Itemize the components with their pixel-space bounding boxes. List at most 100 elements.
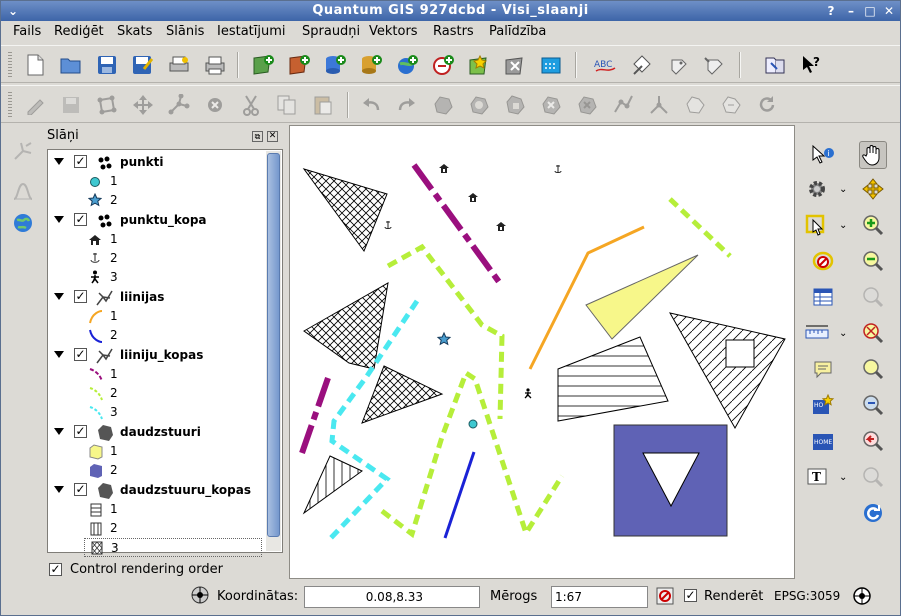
layer-visibility-checkbox[interactable]: ✓ bbox=[74, 483, 87, 496]
new-project-icon[interactable] bbox=[23, 53, 47, 77]
add-ring-icon[interactable] bbox=[467, 93, 491, 117]
whats-this-icon[interactable]: ? bbox=[799, 53, 823, 77]
add-spatialite-layer-icon[interactable] bbox=[359, 53, 383, 77]
help-icon[interactable]: ? bbox=[823, 3, 839, 19]
node-tool-icon[interactable] bbox=[167, 93, 191, 117]
collapse-arrow-icon[interactable] bbox=[54, 486, 64, 493]
layer-group-liinijas[interactable]: ✓ liinijas bbox=[48, 288, 270, 307]
measure-line-icon[interactable] bbox=[803, 319, 831, 347]
print-composer-icon[interactable] bbox=[167, 53, 191, 77]
print-icon[interactable] bbox=[203, 53, 227, 77]
toggle-editing-icon[interactable] bbox=[23, 93, 47, 117]
scrollbar-thumb[interactable] bbox=[267, 153, 280, 537]
layer-visibility-checkbox[interactable]: ✓ bbox=[74, 348, 87, 361]
menu-slanis[interactable]: Slānis bbox=[166, 24, 204, 39]
collapse-arrow-icon[interactable] bbox=[54, 351, 64, 358]
paste-features-icon[interactable] bbox=[311, 93, 335, 117]
zoom-last-icon[interactable] bbox=[859, 391, 887, 419]
coordinate-capture-icon[interactable] bbox=[190, 585, 210, 605]
open-project-icon[interactable] bbox=[59, 53, 83, 77]
menu-iestatijumi[interactable]: Iestatījumi bbox=[217, 24, 286, 39]
labeling-icon[interactable]: ABC bbox=[593, 53, 617, 77]
zoom-out-icon[interactable] bbox=[859, 247, 887, 275]
action-dropdown-icon[interactable]: ⌄ bbox=[839, 184, 847, 195]
layer-group-liiniju-kopas[interactable]: ✓ liiniju_kopas bbox=[48, 346, 270, 365]
scale-field[interactable]: 1:67 bbox=[551, 586, 648, 608]
remove-layer-icon[interactable] bbox=[503, 53, 527, 77]
globe-plugin-icon[interactable] bbox=[11, 211, 35, 235]
digitize-icon[interactable] bbox=[11, 139, 35, 163]
split-features-icon[interactable] bbox=[647, 93, 671, 117]
menu-fails[interactable]: Fails bbox=[13, 24, 41, 39]
projection-icon[interactable] bbox=[852, 586, 872, 606]
redo-icon[interactable] bbox=[395, 93, 419, 117]
coordinates-field[interactable]: 0.08,8.33 bbox=[304, 586, 480, 608]
label-pin-icon[interactable] bbox=[629, 53, 653, 77]
new-vector-layer-icon[interactable] bbox=[467, 53, 491, 77]
zoom-to-layer-icon[interactable] bbox=[859, 319, 887, 347]
menu-skats[interactable]: Skats bbox=[117, 24, 152, 39]
collapse-arrow-icon[interactable] bbox=[54, 216, 64, 223]
cut-features-icon[interactable] bbox=[239, 93, 263, 117]
new-bookmark-layer-icon[interactable] bbox=[539, 53, 563, 77]
control-rendering-checkbox[interactable]: ✓ bbox=[49, 563, 62, 576]
delete-selected-icon[interactable] bbox=[203, 93, 227, 117]
deselect-icon[interactable] bbox=[809, 247, 837, 275]
menu-rastrs[interactable]: Rastrs bbox=[433, 24, 474, 39]
map-canvas[interactable] bbox=[289, 125, 795, 579]
collapse-arrow-icon[interactable] bbox=[54, 293, 64, 300]
layer-group-daudzstuuri[interactable]: ✓ daudzstuuri bbox=[48, 423, 270, 442]
layer-group-punkti[interactable]: ✓ punkti bbox=[48, 153, 270, 172]
select-dropdown-icon[interactable]: ⌄ bbox=[839, 220, 847, 231]
add-wfs-layer-icon[interactable] bbox=[431, 53, 455, 77]
layer-group-daudzstuuru-kopas[interactable]: ✓ daudzstuuru_kopas bbox=[48, 481, 270, 500]
collapse-arrow-icon[interactable] bbox=[54, 158, 64, 165]
legend-item-selected[interactable]: 3 bbox=[84, 538, 262, 557]
add-wms-layer-icon[interactable] bbox=[395, 53, 419, 77]
merge-features-icon[interactable] bbox=[683, 93, 707, 117]
text-annotation-icon[interactable]: T bbox=[803, 463, 831, 491]
menu-rediget[interactable]: Rediģēt bbox=[54, 24, 104, 39]
maximize-icon[interactable]: □ bbox=[862, 3, 878, 19]
histogram-icon[interactable] bbox=[11, 179, 35, 203]
merge-attributes-icon[interactable] bbox=[719, 93, 743, 117]
rotate-point-symbols-icon[interactable] bbox=[755, 93, 779, 117]
zoom-full-icon[interactable] bbox=[859, 355, 887, 383]
add-vector-layer-icon[interactable] bbox=[251, 53, 275, 77]
delete-part-icon[interactable] bbox=[575, 93, 599, 117]
refresh-icon[interactable] bbox=[859, 499, 887, 527]
zoom-next-icon[interactable] bbox=[859, 463, 887, 491]
close-panel-icon[interactable]: ✕ bbox=[267, 131, 278, 142]
layer-visibility-checkbox[interactable]: ✓ bbox=[74, 425, 87, 438]
add-postgis-layer-icon[interactable] bbox=[323, 53, 347, 77]
simplify-feature-icon[interactable] bbox=[431, 93, 455, 117]
layer-group-punktu-kopa[interactable]: ✓ punktu_kopa bbox=[48, 211, 270, 230]
render-checkbox[interactable]: ✓ bbox=[684, 589, 697, 602]
layer-visibility-checkbox[interactable]: ✓ bbox=[74, 213, 87, 226]
copy-features-icon[interactable] bbox=[275, 93, 299, 117]
attribute-table-icon[interactable] bbox=[809, 283, 837, 311]
label-move-icon[interactable] bbox=[665, 53, 689, 77]
save-project-icon[interactable] bbox=[95, 53, 119, 77]
zoom-to-selection-icon[interactable] bbox=[859, 283, 887, 311]
menu-spraudni[interactable]: Spraudņi bbox=[302, 24, 360, 39]
stop-rendering-icon[interactable] bbox=[655, 586, 675, 606]
help-contents-icon[interactable] bbox=[763, 53, 787, 77]
zoom-previous-icon[interactable] bbox=[859, 427, 887, 455]
pan-to-selected-icon[interactable] bbox=[859, 175, 887, 203]
crs-label[interactable]: EPSG:3059 bbox=[774, 589, 840, 603]
menu-palidziba[interactable]: Palīdzība bbox=[489, 24, 546, 39]
menu-vektors[interactable]: Vektors bbox=[369, 24, 418, 39]
float-panel-icon[interactable]: ⧉ bbox=[252, 131, 263, 142]
measure-dropdown-icon[interactable]: ⌄ bbox=[839, 328, 847, 339]
pan-icon[interactable] bbox=[859, 141, 887, 169]
layer-visibility-checkbox[interactable]: ✓ bbox=[74, 155, 87, 168]
move-feature-icon[interactable] bbox=[131, 93, 155, 117]
label-rotate-icon[interactable] bbox=[701, 53, 725, 77]
add-raster-layer-icon[interactable] bbox=[287, 53, 311, 77]
identify-icon[interactable]: i bbox=[809, 141, 837, 169]
new-bookmark-icon[interactable]: HO bbox=[809, 391, 837, 419]
add-part-icon[interactable] bbox=[503, 93, 527, 117]
show-bookmarks-icon[interactable]: HOME bbox=[809, 427, 837, 455]
annotation-dropdown-icon[interactable]: ⌄ bbox=[839, 472, 847, 483]
